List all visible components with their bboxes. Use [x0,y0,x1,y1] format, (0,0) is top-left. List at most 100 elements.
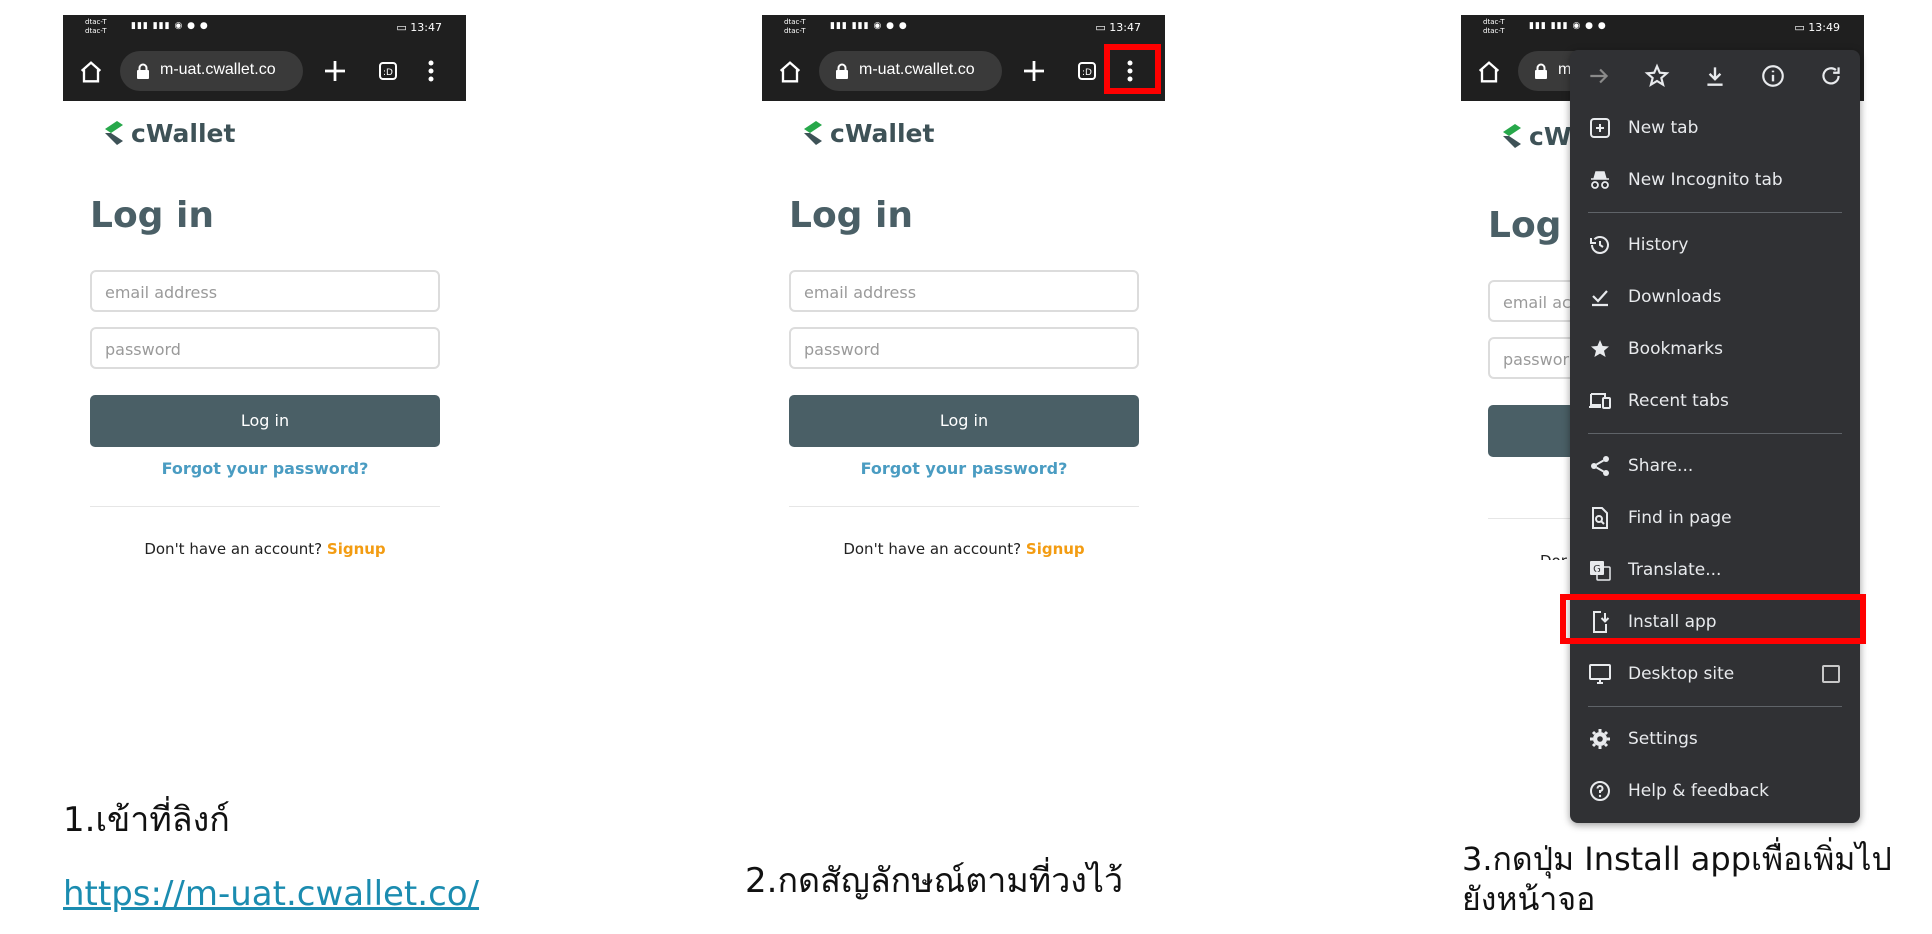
lock-icon [137,63,149,79]
cwallet-logo: cWallet [103,118,235,148]
step3-caption-line2: ยังหน้าจอ [1462,880,1596,918]
menu-item-label: New tab [1628,118,1699,138]
star-filled-icon [1591,340,1609,357]
highlight-box-install-app [1560,594,1866,644]
logo-mark-icon [804,121,822,145]
desktop-site-checkbox[interactable] [1822,665,1840,683]
signup-link[interactable]: Signup [1026,540,1085,558]
divider [90,506,440,507]
menu-item-label: Help & feedback [1628,781,1769,801]
signal-icons: ▮▮▮ ▮▮▮ ◉ ● ● [830,21,908,31]
menu-item-label: Recent tabs [1628,391,1729,411]
devices-icon [1589,393,1611,409]
menu-top-row [1570,50,1860,102]
email-field[interactable]: email address [90,270,440,312]
menu-item-downloads[interactable]: Downloads [1570,271,1860,323]
login-button[interactable]: Log in [90,395,440,447]
refresh-icon[interactable] [1818,63,1844,89]
browser-toolbar: m-uat.cwallet.co :D [63,41,466,101]
help-icon [1590,781,1610,801]
signup-link[interactable]: Signup [327,540,386,558]
no-account-text: Don't have an account? [843,540,1022,558]
battery-icon: ▭ [396,21,411,34]
url-text: m-uat.cwallet.co [160,61,276,78]
menu-item-label: Downloads [1628,287,1722,307]
menu-item-history[interactable]: History [1570,219,1860,271]
login-button[interactable]: Log in [789,395,1139,447]
settings-icon [1590,729,1610,749]
menu-separator [1588,212,1842,213]
menu-item-help-feedback[interactable]: Help & feedback [1570,765,1860,817]
password-field[interactable]: password [90,327,440,369]
page-title: Log in [90,195,214,236]
desktop-icon [1589,664,1611,684]
info-icon[interactable] [1760,63,1786,89]
menu-item-label: Settings [1628,729,1698,749]
menu-item-new-tab[interactable]: New tab [1570,102,1860,154]
carrier-label: dtac-T [85,18,107,26]
share-icon [1591,456,1609,476]
no-account-text: Dor [1540,552,1567,560]
menu-item-label: Desktop site [1628,664,1735,684]
password-field[interactable]: password [789,327,1139,369]
status-time: ▭ 13:47 [396,21,442,34]
page-title: Log in [789,195,913,236]
url-text: m-uat.cwallet.co [859,61,975,78]
phone-screenshot-1: dtac-T dtac-T ▮▮▮ ▮▮▮ ◉ ● ● ▭ 13:47 m-ua… [63,15,466,560]
carrier-labels: dtac-T dtac-T [85,18,107,36]
carrier-label: dtac-T [1483,18,1505,26]
forgot-password-link[interactable]: Forgot your password? [90,459,440,478]
incognito-icon [1591,171,1609,189]
tab-switcher-icon[interactable]: :D [378,61,398,81]
menu-item-desktop-site[interactable]: Desktop site [1570,648,1860,700]
home-icon[interactable] [776,58,804,86]
signup-row: Don't have an account? Signup [90,540,440,558]
email-field[interactable]: email address [789,270,1139,312]
menu-item-share[interactable]: Share... [1570,440,1860,492]
menu-item-label: History [1628,235,1689,255]
carrier-label: dtac-T [784,27,806,35]
status-bar: dtac-T dtac-T ▮▮▮ ▮▮▮ ◉ ● ● ▭ 13:47 [762,15,1165,41]
svg-text::D: :D [383,68,393,78]
menu-item-label: Share... [1628,456,1694,476]
carrier-label: dtac-T [1483,27,1505,35]
logo-mark-icon [105,121,123,145]
download-icon[interactable] [1702,63,1728,89]
battery-icon: ▭ [1095,21,1110,34]
menu-item-new-incognito-tab[interactable]: New Incognito tab [1570,154,1860,206]
step1-link[interactable]: https://m-uat.cwallet.co/ [63,874,479,914]
menu-item-label: Translate... [1628,560,1722,580]
forgot-password-link[interactable]: Forgot your password? [789,459,1139,478]
carrier-labels: dtac-T dtac-T [1483,18,1505,36]
menu-item-find-in-page[interactable]: Find in page [1570,492,1860,544]
menu-separator [1588,433,1842,434]
forward-arrow-icon[interactable] [1586,63,1612,89]
clock: 13:47 [1109,21,1141,34]
translate-icon: G [1590,561,1611,581]
menu-item-label: New Incognito tab [1628,170,1783,190]
logo-text: cW [1529,121,1572,151]
clock: 13:49 [1808,21,1840,34]
star-outline-icon[interactable] [1644,63,1670,89]
signal-icons: ▮▮▮ ▮▮▮ ◉ ● ● [131,21,209,31]
clock: 13:47 [410,21,442,34]
new-tab-plus-icon[interactable] [1019,56,1049,86]
step2-caption: 2.กดสัญลักษณ์ตามที่วงไว้ [745,861,1124,901]
menu-item-translate[interactable]: G Translate... [1570,544,1860,596]
more-options-icon[interactable] [425,57,437,85]
home-icon[interactable] [77,58,105,86]
battery-icon: ▭ [1794,21,1809,34]
menu-separator [1588,706,1842,707]
svg-text::D: :D [1082,68,1092,78]
menu-item-bookmarks[interactable]: Bookmarks [1570,323,1860,375]
new-tab-plus-icon[interactable] [320,56,350,86]
address-bar[interactable]: m-uat.cwallet.co [120,51,303,91]
lock-icon [1535,63,1547,79]
tab-switcher-icon[interactable]: :D [1077,61,1097,81]
home-icon[interactable] [1475,58,1503,86]
menu-item-recent-tabs[interactable]: Recent tabs [1570,375,1860,427]
menu-item-settings[interactable]: Settings [1570,713,1860,765]
no-account-text: Don't have an account? [144,540,323,558]
logo-text: cWallet [830,118,935,148]
address-bar[interactable]: m-uat.cwallet.co [819,51,1002,91]
